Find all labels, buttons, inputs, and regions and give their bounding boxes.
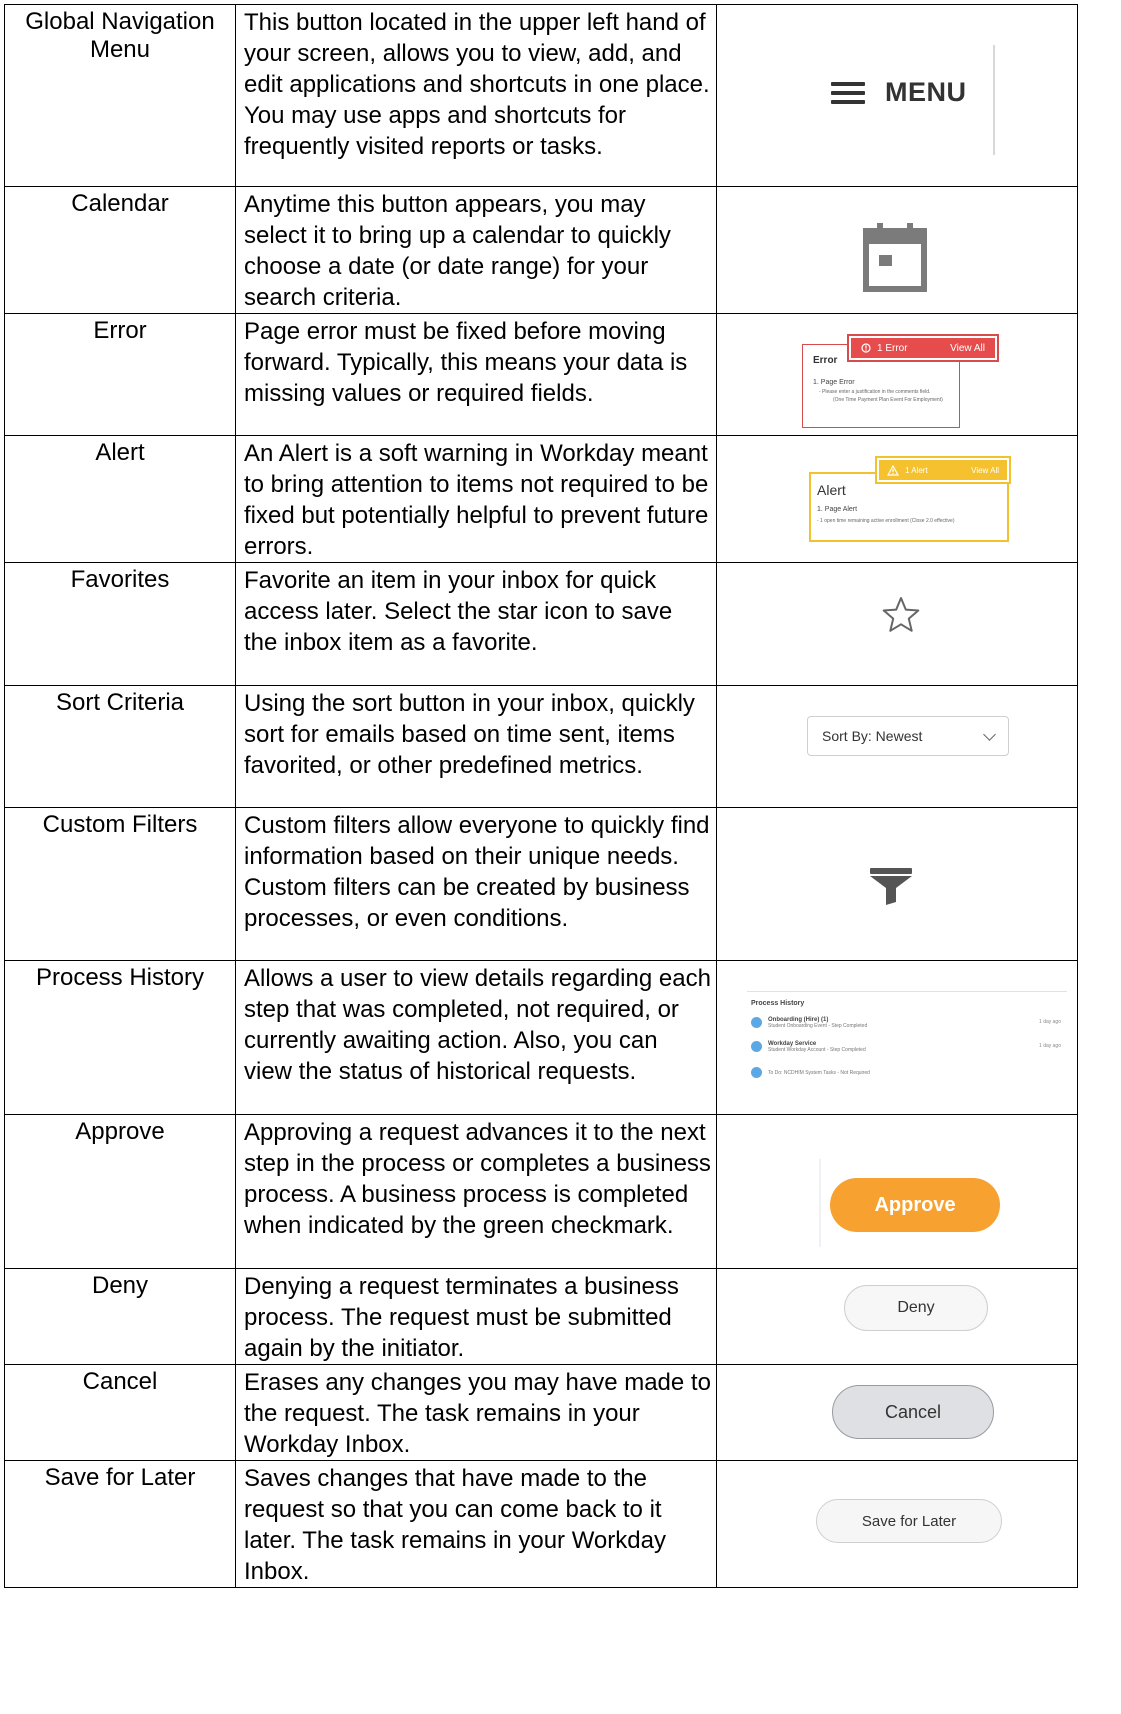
sample-cell: Error 1. Page Error - Please enter a jus…: [716, 313, 1078, 436]
sample-cell: Sort By: Newest: [716, 685, 1078, 808]
status-icon: [751, 1017, 762, 1028]
error-view-all-link[interactable]: View All: [950, 343, 985, 354]
deny-button[interactable]: Deny: [844, 1285, 988, 1331]
term-cell: Sort Criteria: [4, 685, 236, 808]
alert-item: 1. Page Alert: [817, 506, 858, 513]
error-item: 1. Page Error: [813, 379, 855, 386]
alert-header[interactable]: 1 Alert View All: [875, 456, 1011, 484]
divider: [819, 1159, 821, 1247]
description-cell: Custom filters allow everyone to quickly…: [235, 807, 717, 961]
sample-cell: [716, 186, 1078, 314]
term-cell: Deny: [4, 1268, 236, 1365]
divider: [993, 45, 995, 155]
alert-view-all-link[interactable]: View All: [971, 466, 999, 475]
process-history-title: Process History: [751, 1000, 805, 1007]
description-cell: Denying a request terminates a business …: [235, 1268, 717, 1365]
table-row: Favorites Favorite an item in your inbox…: [4, 562, 1078, 686]
term-cell: Calendar: [4, 186, 236, 314]
term-cell: Error: [4, 313, 236, 436]
hamburger-icon: [831, 81, 865, 104]
table-row: Cancel Erases any changes you may have m…: [4, 1364, 1078, 1461]
error-title: Error: [813, 355, 838, 366]
chevron-down-icon: [983, 727, 996, 741]
term-cell: Save for Later: [4, 1460, 236, 1588]
error-detail: - Please enter a justification in the co…: [819, 389, 931, 395]
term-cell: Approve: [4, 1114, 236, 1269]
term-cell: Favorites: [4, 562, 236, 686]
error-icon: [861, 343, 871, 353]
sort-selected-value: Sort By: Newest: [822, 728, 923, 744]
term-cell: Alert: [4, 435, 236, 563]
table-row: Global Navigation Menu This button locat…: [4, 4, 1078, 187]
table-row: Deny Denying a request terminates a busi…: [4, 1268, 1078, 1365]
sample-cell: Process History Onboarding (Hire) (1) Stu…: [716, 960, 1079, 1115]
table-row: Alert An Alert is a soft warning in Work…: [4, 435, 1078, 563]
term-cell: Global Navigation Menu: [4, 4, 236, 187]
term-cell: Process History: [4, 960, 236, 1115]
table-row: Calendar Anytime this button appears, yo…: [4, 186, 1078, 314]
table-row: Approve Approving a request advances it …: [4, 1114, 1078, 1269]
status-icon: [751, 1067, 762, 1078]
save-for-later-button[interactable]: Save for Later: [816, 1499, 1002, 1543]
global-navigation-menu-button[interactable]: MENU: [831, 77, 967, 108]
sample-cell: Alert 1. Page Alert - 1 open time remain…: [716, 435, 1078, 563]
description-cell: Page error must be fixed before moving f…: [235, 313, 717, 436]
sample-cell: [716, 562, 1078, 686]
error-count: 1 Error: [861, 343, 908, 354]
process-history-row[interactable]: Onboarding (Hire) (1) Student Onboarding …: [751, 1017, 867, 1029]
table-row: Custom Filters Custom filters allow ever…: [4, 807, 1078, 961]
sample-cell: Save for Later: [716, 1460, 1078, 1588]
alert-title: Alert: [817, 482, 846, 498]
warning-icon: [887, 464, 899, 476]
table-row: Process History Allows a user to view de…: [4, 960, 1079, 1115]
table-row: Error Page error must be fixed before mo…: [4, 313, 1078, 436]
table-row: Sort Criteria Using the sort button in y…: [4, 685, 1078, 808]
term-cell: Cancel: [4, 1364, 236, 1461]
filter-icon[interactable]: [868, 866, 914, 906]
workday-icon-guide-table: Global Navigation Menu This button locat…: [4, 4, 1078, 1588]
divider: [747, 991, 1067, 992]
process-history-time: 1 day ago: [1039, 1019, 1061, 1025]
approve-button[interactable]: Approve: [830, 1178, 1000, 1232]
sort-dropdown[interactable]: Sort By: Newest: [807, 716, 1009, 756]
alert-count: 1 Alert: [887, 464, 928, 476]
description-cell: This button located in the upper left ha…: [235, 4, 717, 187]
sample-cell: MENU: [716, 4, 1078, 187]
sample-cell: [716, 807, 1078, 961]
description-cell: An Alert is a soft warning in Workday me…: [235, 435, 717, 563]
menu-label: MENU: [885, 77, 967, 107]
process-history-time: 1 day ago: [1039, 1043, 1061, 1049]
star-icon[interactable]: [881, 595, 921, 635]
description-cell: Favorite an item in your inbox for quick…: [235, 562, 717, 686]
description-cell: Anytime this button appears, you may sel…: [235, 186, 717, 314]
status-icon: [751, 1041, 762, 1052]
description-cell: Erases any changes you may have made to …: [235, 1364, 717, 1461]
description-cell: Saves changes that have made to the requ…: [235, 1460, 717, 1588]
cancel-button[interactable]: Cancel: [832, 1385, 994, 1439]
description-cell: Approving a request advances it to the n…: [235, 1114, 717, 1269]
description-cell: Using the sort button in your inbox, qui…: [235, 685, 717, 808]
divider: [827, 1269, 1005, 1277]
table-row: Save for Later Saves changes that have m…: [4, 1460, 1078, 1588]
process-history-row[interactable]: To Do: NCDHIM System Tasks - Not Require…: [751, 1067, 870, 1078]
error-header[interactable]: 1 Error View All: [847, 334, 999, 362]
process-history-row[interactable]: Workday Service Student Workday Account -…: [751, 1041, 866, 1053]
calendar-icon[interactable]: [863, 223, 927, 293]
sample-cell: Deny: [716, 1268, 1078, 1365]
alert-detail: - 1 open time remaining active enrollmen…: [817, 518, 955, 524]
sample-cell: Approve: [716, 1114, 1078, 1269]
term-cell: Custom Filters: [4, 807, 236, 961]
sample-cell: Cancel: [716, 1364, 1078, 1461]
description-cell: Allows a user to view details regarding …: [235, 960, 717, 1115]
error-detail-2: (One Time Payment Plan Event For Employm…: [833, 397, 943, 403]
process-history-sample: Process History Onboarding (Hire) (1) Stu…: [747, 991, 1079, 1111]
